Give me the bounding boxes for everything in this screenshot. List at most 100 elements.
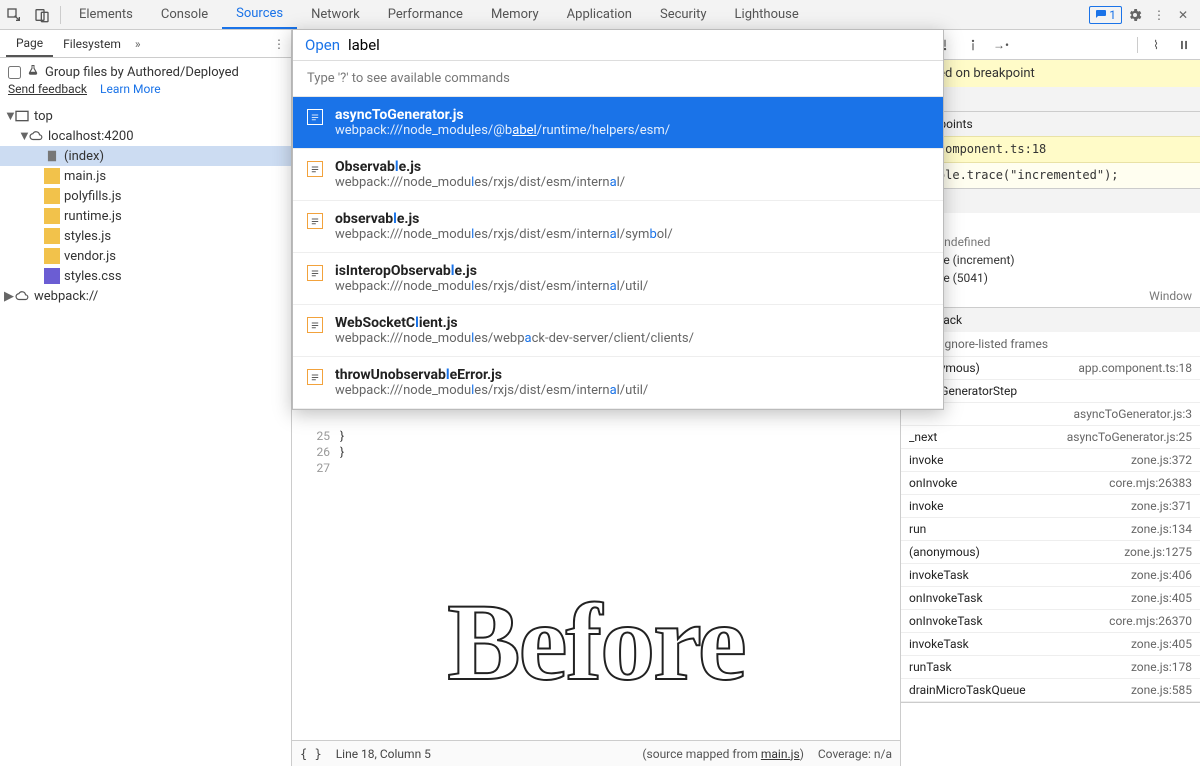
status-bar: { } Line 18, Column 5 (source mapped fro…: [292, 740, 900, 766]
step-out-icon[interactable]: →•: [991, 35, 1011, 55]
pause-exceptions-icon[interactable]: [1174, 35, 1194, 55]
quick-open-item[interactable]: WebSocketClient.jswebpack:///node_module…: [293, 305, 943, 357]
quick-open-prefix: Open: [305, 36, 340, 54]
tab-console[interactable]: Console: [147, 0, 222, 29]
page-tab[interactable]: Page: [6, 30, 53, 57]
quick-open-item[interactable]: isInteropObservable.jswebpack:///node_mo…: [293, 253, 943, 305]
tree-host-label: localhost:4200: [48, 129, 134, 144]
watermark-text: Before: [292, 579, 900, 706]
debugger-sidebar: →• ⌇ Paused on breakpoint Watch Breakpoi…: [900, 30, 1200, 766]
line-number: 27: [292, 460, 330, 476]
chevron-right-icon: ▶: [4, 289, 14, 304]
close-icon[interactable]: ✕: [1172, 4, 1194, 26]
quick-open-item[interactable]: Observable.jswebpack:///node_modules/rxj…: [293, 149, 943, 201]
filesystem-tab[interactable]: Filesystem: [53, 30, 131, 57]
callstack-frame[interactable]: onInvokecore.mjs:26383: [901, 472, 1200, 495]
scope-line[interactable]: Closure (increment): [901, 251, 1200, 269]
breakpoints-header[interactable]: Breakpoints: [901, 112, 1200, 136]
file-tree: ▼ top ▼ localhost:4200 (index) main.js p…: [0, 102, 291, 310]
tree-file[interactable]: runtime.js: [0, 206, 291, 226]
line-number: 25: [292, 428, 330, 444]
callstack-frame[interactable]: invokeTaskzone.js:406: [901, 564, 1200, 587]
callstack-frame[interactable]: onInvokeTaskcore.mjs:26370: [901, 610, 1200, 633]
tab-security[interactable]: Security: [646, 0, 721, 29]
callstack-frame[interactable]: asyncGeneratorStep: [901, 380, 1200, 403]
code-lines: } }: [340, 428, 344, 460]
tree-file[interactable]: vendor.js: [0, 246, 291, 266]
tree-file[interactable]: main.js: [0, 166, 291, 186]
experiment-icon: [27, 64, 39, 80]
callstack-frame[interactable]: _nextasyncToGenerator.js:25: [901, 426, 1200, 449]
callstack-header[interactable]: Call Stack: [901, 308, 1200, 332]
navigator-menu-icon[interactable]: ⋮: [273, 37, 285, 51]
breakpoint-location[interactable]: app.component.ts:18: [901, 136, 1200, 162]
callstack-frame[interactable]: runzone.js:134: [901, 518, 1200, 541]
callstack-frame[interactable]: (anonymous)app.component.ts:18: [901, 357, 1200, 380]
tab-application[interactable]: Application: [553, 0, 646, 29]
tree-top[interactable]: ▼ top: [0, 106, 291, 126]
callstack-frame[interactable]: asyncToGenerator.js:3: [901, 403, 1200, 426]
breakpoint-code[interactable]: console.trace("incremented");: [901, 162, 1200, 188]
debugger-toolbar: →• ⌇: [901, 30, 1200, 60]
callstack-frame[interactable]: runTaskzone.js:178: [901, 656, 1200, 679]
watch-header[interactable]: Watch: [901, 87, 1200, 111]
snippet-icon: [307, 109, 323, 125]
code-line: }: [340, 444, 344, 460]
send-feedback-link[interactable]: Send feedback: [8, 82, 87, 96]
tree-webpack[interactable]: ▶ webpack://: [0, 286, 291, 306]
settings-icon[interactable]: [1124, 4, 1146, 26]
tab-elements[interactable]: Elements: [65, 0, 147, 29]
ignore-listed-hint[interactable]: Show ignore-listed frames: [901, 332, 1200, 357]
js-icon: [44, 188, 60, 204]
deactivate-breakpoints-icon[interactable]: ⌇: [1146, 35, 1166, 55]
tree-file[interactable]: styles.js: [0, 226, 291, 246]
group-files-checkbox[interactable]: [8, 66, 21, 79]
learn-more-link[interactable]: Learn More: [100, 82, 161, 96]
js-icon: [44, 208, 60, 224]
quick-open-item[interactable]: asyncToGenerator.jswebpack:///node_modul…: [293, 97, 943, 149]
callstack-frame[interactable]: invokezone.js:371: [901, 495, 1200, 518]
quick-open-item[interactable]: throwUnobservableError.jswebpack:///node…: [293, 357, 943, 409]
quick-open-item[interactable]: observable.jswebpack:///node_modules/rxj…: [293, 201, 943, 253]
more-tabs-icon[interactable]: »: [135, 37, 141, 51]
tree-host[interactable]: ▼ localhost:4200: [0, 126, 291, 146]
tab-memory[interactable]: Memory: [477, 0, 553, 29]
quick-open-list[interactable]: asyncToGenerator.jswebpack:///node_modul…: [293, 97, 943, 409]
snippet-icon: [307, 265, 323, 281]
scope-line[interactable]: this:undefined: [901, 233, 1200, 251]
quick-open-input[interactable]: [348, 36, 931, 54]
scope-header[interactable]: Scope: [901, 189, 1200, 213]
tab-network[interactable]: Network: [297, 0, 374, 29]
callstack-frame[interactable]: invokeTaskzone.js:405: [901, 633, 1200, 656]
scope-line[interactable]: GlobalWindow: [901, 287, 1200, 305]
separator: [60, 6, 61, 24]
quick-open-popup: Open Type '?' to see available commands …: [292, 29, 944, 410]
callstack-frame[interactable]: drainMicroTaskQueuezone.js:585: [901, 679, 1200, 702]
file-label: styles.js: [64, 229, 111, 244]
tree-top-label: top: [34, 109, 53, 124]
file-label: polyfills.js: [64, 189, 122, 204]
callstack-frame[interactable]: onInvokeTaskzone.js:405: [901, 587, 1200, 610]
js-icon: [44, 248, 60, 264]
tree-file[interactable]: styles.css: [0, 266, 291, 286]
callstack-frame[interactable]: invokezone.js:372: [901, 449, 1200, 472]
issues-badge[interactable]: 1: [1089, 6, 1122, 24]
tree-file[interactable]: (index): [0, 146, 291, 166]
device-toggle-icon[interactable]: [28, 1, 56, 29]
tab-lighthouse[interactable]: Lighthouse: [721, 0, 813, 29]
scope-line[interactable]: Closure (5041): [901, 269, 1200, 287]
source-map-link[interactable]: main.js: [761, 747, 800, 761]
code-editor[interactable]: 25 26 27 } } Before Open Type '?' to see…: [292, 30, 900, 740]
quick-open-hint: Type '?' to see available commands: [293, 61, 943, 97]
kebab-icon[interactable]: ⋮: [1148, 4, 1170, 26]
scope-line[interactable]: Local: [901, 215, 1200, 233]
paused-banner: Paused on breakpoint: [901, 60, 1200, 87]
pretty-print-icon[interactable]: { }: [300, 747, 322, 761]
inspect-icon[interactable]: [0, 1, 28, 29]
step-into-icon[interactable]: [963, 35, 983, 55]
tab-sources[interactable]: Sources: [222, 0, 297, 29]
css-icon: [44, 268, 60, 284]
callstack-frame[interactable]: (anonymous)zone.js:1275: [901, 541, 1200, 564]
tree-file[interactable]: polyfills.js: [0, 186, 291, 206]
tab-performance[interactable]: Performance: [374, 0, 477, 29]
